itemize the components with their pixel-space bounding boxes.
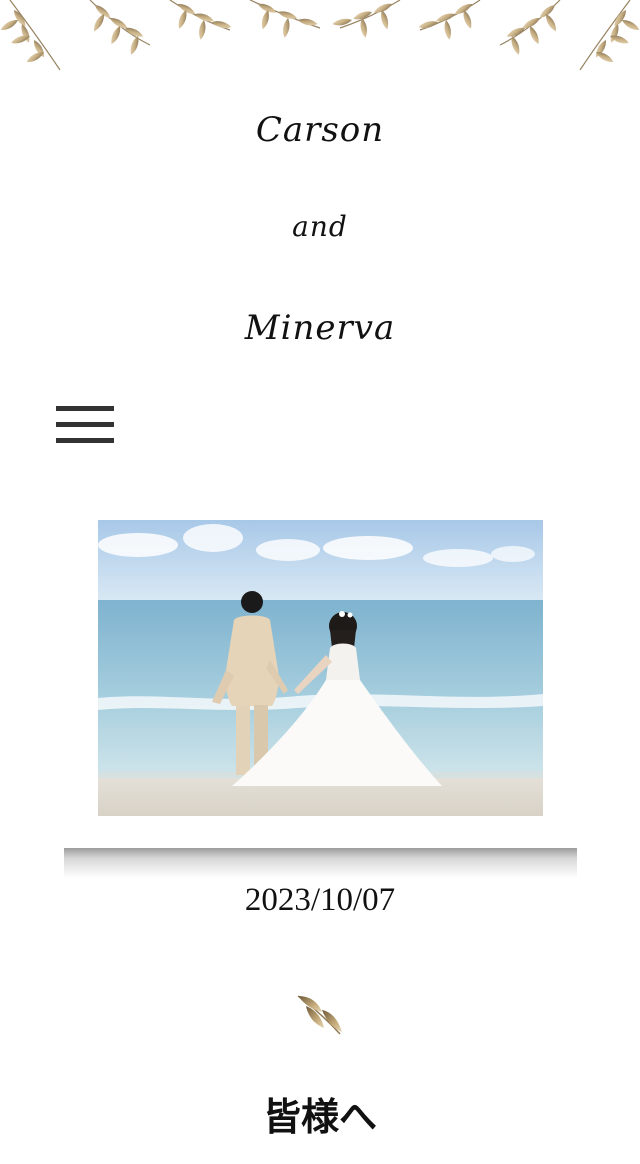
menu-line <box>56 422 114 427</box>
photo-divider-shadow <box>64 848 577 878</box>
leaf-ornament-icon <box>297 995 342 1035</box>
menu-line <box>56 406 114 411</box>
beach-wedding-photo <box>98 520 543 816</box>
hamburger-menu-icon[interactable] <box>56 404 114 444</box>
leaf-border-decoration <box>0 0 640 71</box>
bride-name: Minerva <box>244 308 396 348</box>
greeting-section-title: 皆様へ <box>262 1095 377 1139</box>
menu-line <box>56 438 114 443</box>
groom-name: Carson <box>255 110 385 150</box>
name-connector: and <box>292 210 348 243</box>
wedding-date: 2023/10/07 <box>244 882 396 918</box>
